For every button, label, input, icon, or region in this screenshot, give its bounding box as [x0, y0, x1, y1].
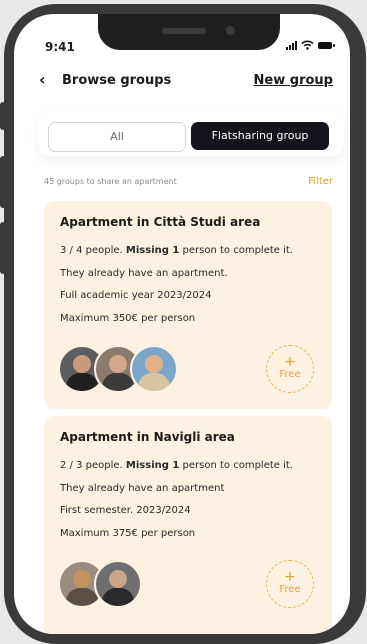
- card-apartment-line: They already have an apartment: [60, 482, 225, 494]
- side-button-mute: [0, 102, 6, 130]
- top-bar: ‹ Browse groups New group: [14, 70, 350, 100]
- card-price-line: Maximum 350€ per person: [60, 312, 196, 324]
- back-arrow-icon[interactable]: ‹: [39, 70, 46, 89]
- avatar[interactable]: [94, 560, 142, 608]
- speaker-grille: [162, 28, 206, 34]
- new-group-link[interactable]: New group: [254, 73, 333, 88]
- card-details: 2 / 3 people. Missing 1 person to comple…: [60, 455, 293, 545]
- card-apartment-line: They already have an apartment.: [60, 267, 228, 279]
- page-title: Browse groups: [62, 73, 172, 88]
- card-title: Apartment in Città Studi area: [60, 215, 261, 229]
- battery-icon: [318, 41, 335, 49]
- avatar[interactable]: [130, 345, 178, 393]
- free-spot-button[interactable]: + Free: [266, 560, 314, 608]
- signal-icon: [286, 40, 297, 50]
- tab-flatsharing-group[interactable]: Flatsharing group: [191, 122, 329, 150]
- group-card[interactable]: Apartment in Città Studi area 3 / 4 peop…: [44, 201, 332, 409]
- free-spot-label: Free: [279, 369, 301, 380]
- free-spot-label: Free: [279, 584, 301, 595]
- camera-icon: [226, 26, 235, 35]
- member-avatars: [58, 560, 142, 608]
- plus-icon: +: [284, 569, 296, 585]
- status-icons: [286, 40, 335, 50]
- tab-all[interactable]: All: [48, 122, 186, 152]
- status-time: 9:41: [45, 40, 75, 54]
- screen: 9:41 ‹ Browse groups New group All Flats…: [14, 14, 350, 634]
- member-avatars: [58, 345, 178, 393]
- plus-icon: +: [284, 354, 296, 370]
- card-details: 3 / 4 people. Missing 1 person to comple…: [60, 240, 293, 330]
- wifi-icon: [301, 40, 314, 50]
- notch: [98, 14, 280, 50]
- card-price-line: Maximum 375€ per person: [60, 527, 196, 539]
- card-people-line: 2 / 3 people. Missing 1 person to comple…: [60, 460, 293, 471]
- results-count: 45 groups to share an apartment: [44, 177, 177, 186]
- free-spot-button[interactable]: + Free: [266, 345, 314, 393]
- card-period-line: Full academic year 2023/2024: [60, 290, 212, 301]
- card-people-line: 3 / 4 people. Missing 1 person to comple…: [60, 245, 293, 256]
- side-button-volume-up: [0, 156, 6, 208]
- group-card[interactable]: Apartment in Navigli area 2 / 3 people. …: [44, 416, 332, 634]
- filter-button[interactable]: Filter: [308, 176, 333, 187]
- card-title: Apartment in Navigli area: [60, 430, 235, 444]
- card-period-line: First semester. 2023/2024: [60, 505, 191, 516]
- side-button-volume-down: [0, 222, 6, 274]
- group-type-toggle: All Flatsharing group: [38, 110, 344, 156]
